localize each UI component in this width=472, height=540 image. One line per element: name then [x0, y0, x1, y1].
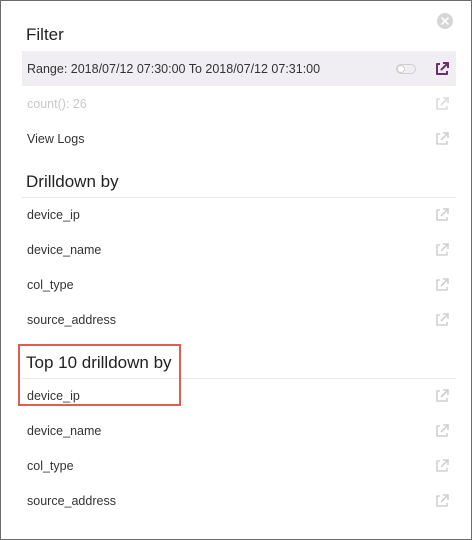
external-link-icon[interactable] [434, 423, 450, 439]
external-link-icon[interactable] [434, 458, 450, 474]
top-drilldown-item[interactable]: col_type [22, 448, 456, 483]
top-drilldown-item-label: device_name [27, 423, 102, 438]
drilldown-item-label: source_address [27, 312, 116, 327]
drilldown-item[interactable]: device_ip [22, 197, 456, 232]
drilldown-item[interactable]: col_type [22, 267, 456, 302]
external-link-icon[interactable] [434, 61, 450, 77]
top-drilldown-section-title: Top 10 drilldown by [26, 353, 172, 372]
view-logs-row[interactable]: View Logs [22, 121, 456, 156]
external-link-icon [436, 96, 449, 110]
top-drilldown-item[interactable]: device_name [22, 413, 456, 448]
drilldown-item[interactable]: device_name [22, 232, 456, 267]
external-link-icon[interactable] [434, 388, 450, 404]
external-link-icon[interactable] [434, 131, 450, 147]
close-icon [441, 17, 449, 25]
drilldown-item-label: device_name [27, 242, 102, 257]
range-label: Range: 2018/07/12 07:30:00 To 2018/07/12… [27, 61, 321, 76]
top-drilldown-item[interactable]: device_ip [22, 378, 456, 413]
drilldown-item[interactable]: source_address [22, 302, 456, 337]
toggle-knob [397, 64, 405, 73]
external-link-icon[interactable] [434, 242, 450, 258]
external-link-icon[interactable] [434, 312, 450, 328]
top-drilldown-item-label: col_type [27, 458, 74, 473]
drilldown-section-title: Drilldown by [26, 172, 119, 191]
external-link-icon[interactable] [434, 277, 450, 293]
count-label: count(): 26 [27, 96, 87, 111]
filter-section-title: Filter [26, 25, 64, 44]
top-drilldown-item-label: source_address [27, 493, 116, 508]
top-drilldown-item-label: device_ip [27, 388, 80, 403]
top-drilldown-item[interactable]: source_address [22, 483, 456, 518]
filter-drilldown-panel: Filter Range: 2018/07/12 07:30:00 To 201… [0, 0, 472, 540]
range-toggle[interactable] [396, 63, 416, 74]
drilldown-item-label: device_ip [27, 207, 80, 222]
count-row: count(): 26 [22, 86, 456, 121]
external-link-icon[interactable] [434, 493, 450, 509]
drilldown-item-label: col_type [27, 277, 74, 292]
external-link-icon[interactable] [434, 207, 450, 223]
view-logs-label: View Logs [27, 131, 85, 146]
close-button[interactable] [437, 13, 453, 29]
range-row[interactable]: Range: 2018/07/12 07:30:00 To 2018/07/12… [22, 51, 456, 86]
